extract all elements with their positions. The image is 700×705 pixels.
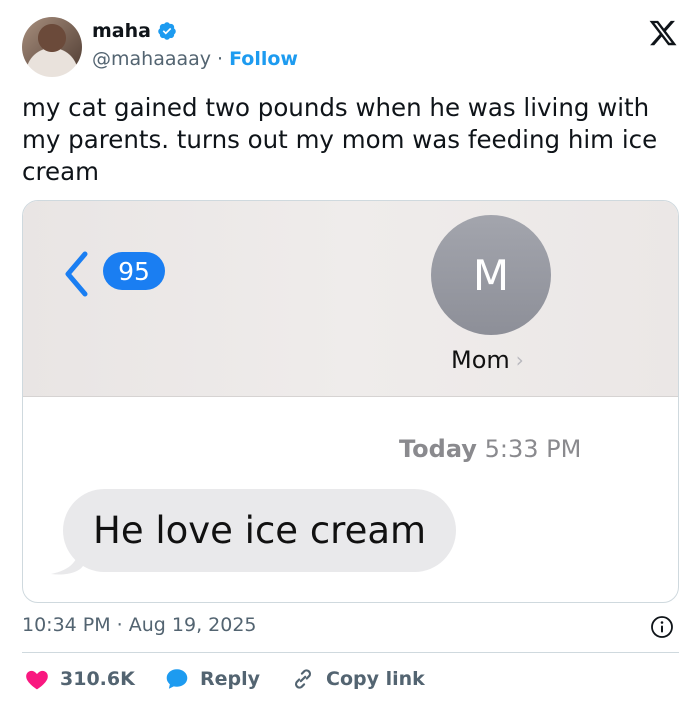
contact-name: Mom [451,346,510,374]
like-count: 310.6K [60,668,135,690]
link-icon [295,669,311,689]
contact-name-row: Mom › [451,346,524,374]
author-avatar[interactable] [22,17,82,77]
info-icon[interactable] [650,615,674,639]
message-bubble: He love ice cream [63,489,457,572]
heart-icon [26,670,48,690]
author-handle[interactable]: @mahaaaay [92,48,211,70]
author-name[interactable]: maha [92,20,151,42]
timestamp-day: Today [399,435,477,463]
copy-link-label: Copy link [326,668,425,690]
follow-button[interactable]: Follow [229,48,298,70]
x-logo-icon[interactable] [648,18,678,48]
contact-avatar: M [431,215,551,335]
unread-count-badge: 95 [103,252,165,290]
attached-screenshot[interactable]: 95 M Mom › Today 5:33 PM He love ice cre… [22,200,679,603]
messages-header: 95 M Mom › [23,201,678,397]
speech-bubble-icon [166,669,188,689]
reply-button[interactable]: Reply [164,666,260,692]
tweet-text: my cat gained two pounds when he was liv… [22,93,658,186]
tweet-timestamp[interactable]: 10:34 PM · Aug 19, 2025 [22,614,257,636]
author-name-row: maha [92,20,177,42]
message-timestamp: Today 5:33 PM [399,435,581,463]
divider [22,652,679,653]
like-button[interactable]: 310.6K [24,666,135,692]
chevron-right-icon: › [515,348,524,372]
timestamp-time: 5:33 PM [484,435,582,463]
handle-separator: · [217,48,224,70]
author-handle-row: @mahaaaay · Follow [92,48,298,70]
back-chevron-icon [65,251,88,297]
copy-link-button[interactable]: Copy link [290,666,425,692]
reply-label: Reply [200,668,261,690]
verified-badge-icon [158,22,176,40]
